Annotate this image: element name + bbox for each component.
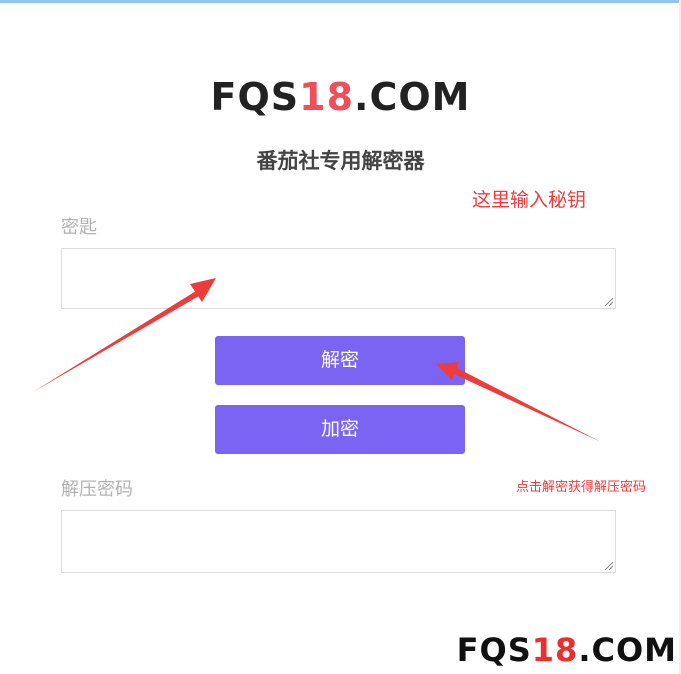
watermark-logo: FQS18.COM	[457, 630, 677, 670]
encrypt-button[interactable]: 加密	[215, 405, 465, 454]
decrypt-hint-annotation: 点击解密获得解压密码	[516, 480, 647, 495]
key-field[interactable]	[61, 248, 616, 309]
password-field[interactable]	[61, 510, 616, 573]
logo-suffix: .COM	[354, 75, 471, 119]
logo-prefix: FQS	[210, 75, 300, 119]
page-title: 番茄社专用解密器	[256, 149, 425, 173]
site-logo: FQS18.COM	[0, 74, 681, 120]
top-accent-bar	[0, 0, 681, 3]
key-hint-annotation: 这里输入秘钥	[472, 189, 587, 211]
decrypt-button[interactable]: 解密	[215, 336, 465, 385]
watermark-suffix: .COM	[578, 631, 677, 669]
key-label: 密匙	[61, 217, 97, 238]
watermark-number: 18	[531, 631, 579, 669]
password-output[interactable]	[62, 511, 615, 572]
key-input[interactable]	[62, 249, 615, 308]
logo-number: 18	[299, 75, 355, 119]
resize-grip-icon[interactable]	[603, 560, 613, 570]
resize-grip-icon[interactable]	[603, 296, 613, 306]
watermark-prefix: FQS	[456, 631, 532, 669]
password-label: 解压密码	[61, 479, 133, 500]
